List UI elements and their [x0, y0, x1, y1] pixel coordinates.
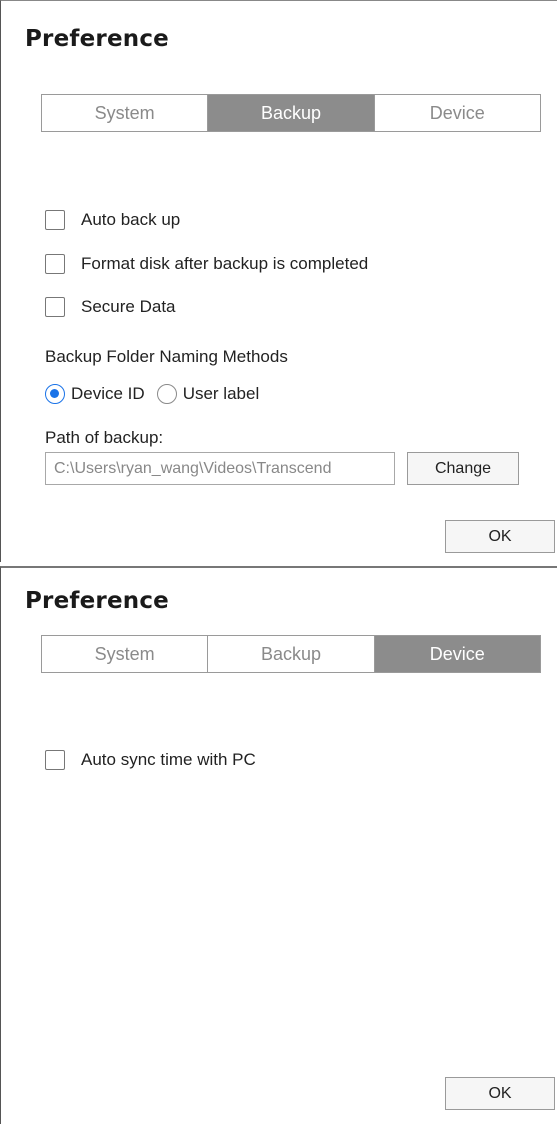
device-id-label[interactable]: Device ID	[71, 384, 145, 404]
tab-bar: System Backup Device	[41, 635, 541, 673]
path-of-backup-label: Path of backup:	[45, 428, 164, 447]
auto-sync-time-checkbox[interactable]	[45, 750, 65, 770]
auto-sync-time-label: Auto sync time with PC	[81, 750, 256, 769]
naming-methods-label: Backup Folder Naming Methods	[45, 347, 288, 366]
auto-back-up-label: Auto back up	[81, 210, 181, 229]
tab-backup[interactable]: Backup	[207, 636, 374, 672]
user-label-label[interactable]: User label	[183, 384, 260, 404]
change-button[interactable]: Change	[407, 452, 519, 485]
dialog-title: Preference	[25, 588, 169, 614]
device-id-radio[interactable]	[45, 384, 65, 404]
dialog-title: Preference	[25, 26, 169, 52]
secure-data-label: Secure Data	[81, 297, 176, 316]
ok-button[interactable]: OK	[445, 520, 555, 553]
format-disk-checkbox[interactable]	[45, 254, 65, 274]
tab-device[interactable]: Device	[373, 95, 540, 131]
secure-data-checkbox[interactable]	[45, 297, 65, 317]
option-auto-back-up[interactable]: Auto back up	[45, 210, 180, 230]
auto-back-up-checkbox[interactable]	[45, 210, 65, 230]
tab-backup[interactable]: Backup	[207, 95, 374, 131]
option-secure-data[interactable]: Secure Data	[45, 297, 176, 317]
naming-method-radio-group: Device ID User label	[45, 384, 259, 404]
ok-button[interactable]: OK	[445, 1077, 555, 1110]
tab-device[interactable]: Device	[373, 636, 540, 672]
user-label-radio[interactable]	[156, 384, 177, 404]
option-format-disk[interactable]: Format disk after backup is completed	[45, 254, 368, 274]
tab-system[interactable]: System	[42, 636, 208, 672]
format-disk-label: Format disk after backup is completed	[81, 254, 369, 273]
option-auto-sync-time[interactable]: Auto sync time with PC	[45, 750, 256, 770]
backup-path-field[interactable]: C:\Users\ryan_wang\Videos\Transcend	[45, 452, 395, 485]
preference-dialog-device: Preference System Backup Device Auto syn…	[0, 566, 557, 1124]
tab-system[interactable]: System	[42, 95, 208, 131]
tab-bar: System Backup Device	[41, 94, 541, 132]
preference-dialog-backup: Preference System Backup Device Auto bac…	[0, 0, 557, 562]
